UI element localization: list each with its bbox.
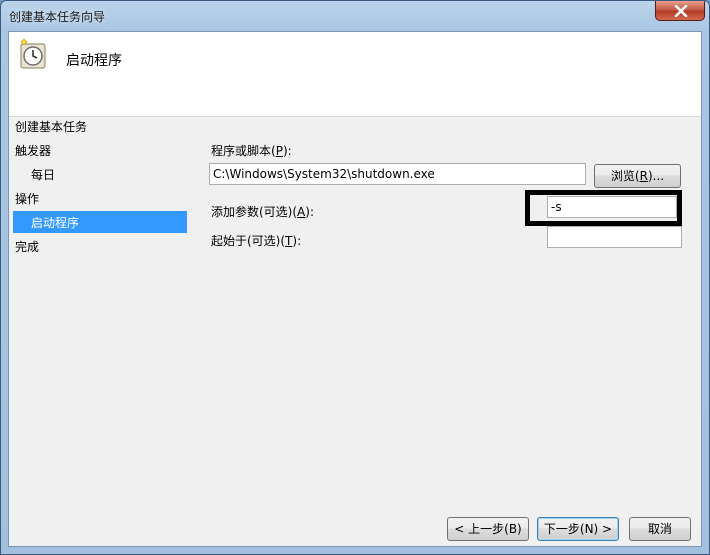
- window-title: 创建基本任务向导: [9, 10, 106, 24]
- nav-item-action[interactable]: 操作: [15, 190, 39, 207]
- back-button[interactable]: < 上一步(B): [447, 517, 529, 541]
- wizard-window: 创建基本任务向导 启动程序 创建基本任务 触发器 每日 操作 启动程序 完成 程…: [0, 0, 710, 555]
- nav-item-start-program[interactable]: 启动程序: [13, 211, 187, 233]
- wizard-header: 启动程序: [9, 32, 701, 117]
- nav-item-finish[interactable]: 完成: [15, 238, 39, 255]
- start-in-label: 起始于(可选)(T):: [211, 234, 302, 248]
- program-label: 程序或脚本(P):: [211, 144, 292, 158]
- nav-item-trigger[interactable]: 触发器: [15, 142, 51, 159]
- program-input[interactable]: C:\Windows\System32\shutdown.exe: [209, 163, 586, 185]
- title-bar[interactable]: 创建基本任务向导: [1, 1, 709, 31]
- page-title: 启动程序: [66, 53, 122, 69]
- clock-icon: [20, 38, 46, 69]
- browse-button[interactable]: 浏览(R)...: [594, 164, 681, 188]
- arguments-label: 添加参数(可选)(A):: [211, 205, 314, 219]
- wizard-step-nav: 创建基本任务 触发器 每日 操作: [9, 116, 199, 416]
- nav-item-daily[interactable]: 每日: [31, 166, 55, 183]
- wizard-client-area: 启动程序 创建基本任务 触发器 每日 操作 启动程序 完成 程序或脚本(P): …: [8, 31, 702, 547]
- start-in-input[interactable]: [547, 226, 682, 248]
- nav-section-title: 创建基本任务: [15, 120, 88, 134]
- annotation-highlight-box: [525, 190, 682, 226]
- close-button[interactable]: [655, 1, 705, 21]
- close-icon: [674, 5, 688, 17]
- next-button[interactable]: 下一步(N) >: [537, 517, 619, 541]
- nav-item-start-program-label: 启动程序: [31, 216, 80, 230]
- cancel-button[interactable]: 取消: [629, 517, 691, 541]
